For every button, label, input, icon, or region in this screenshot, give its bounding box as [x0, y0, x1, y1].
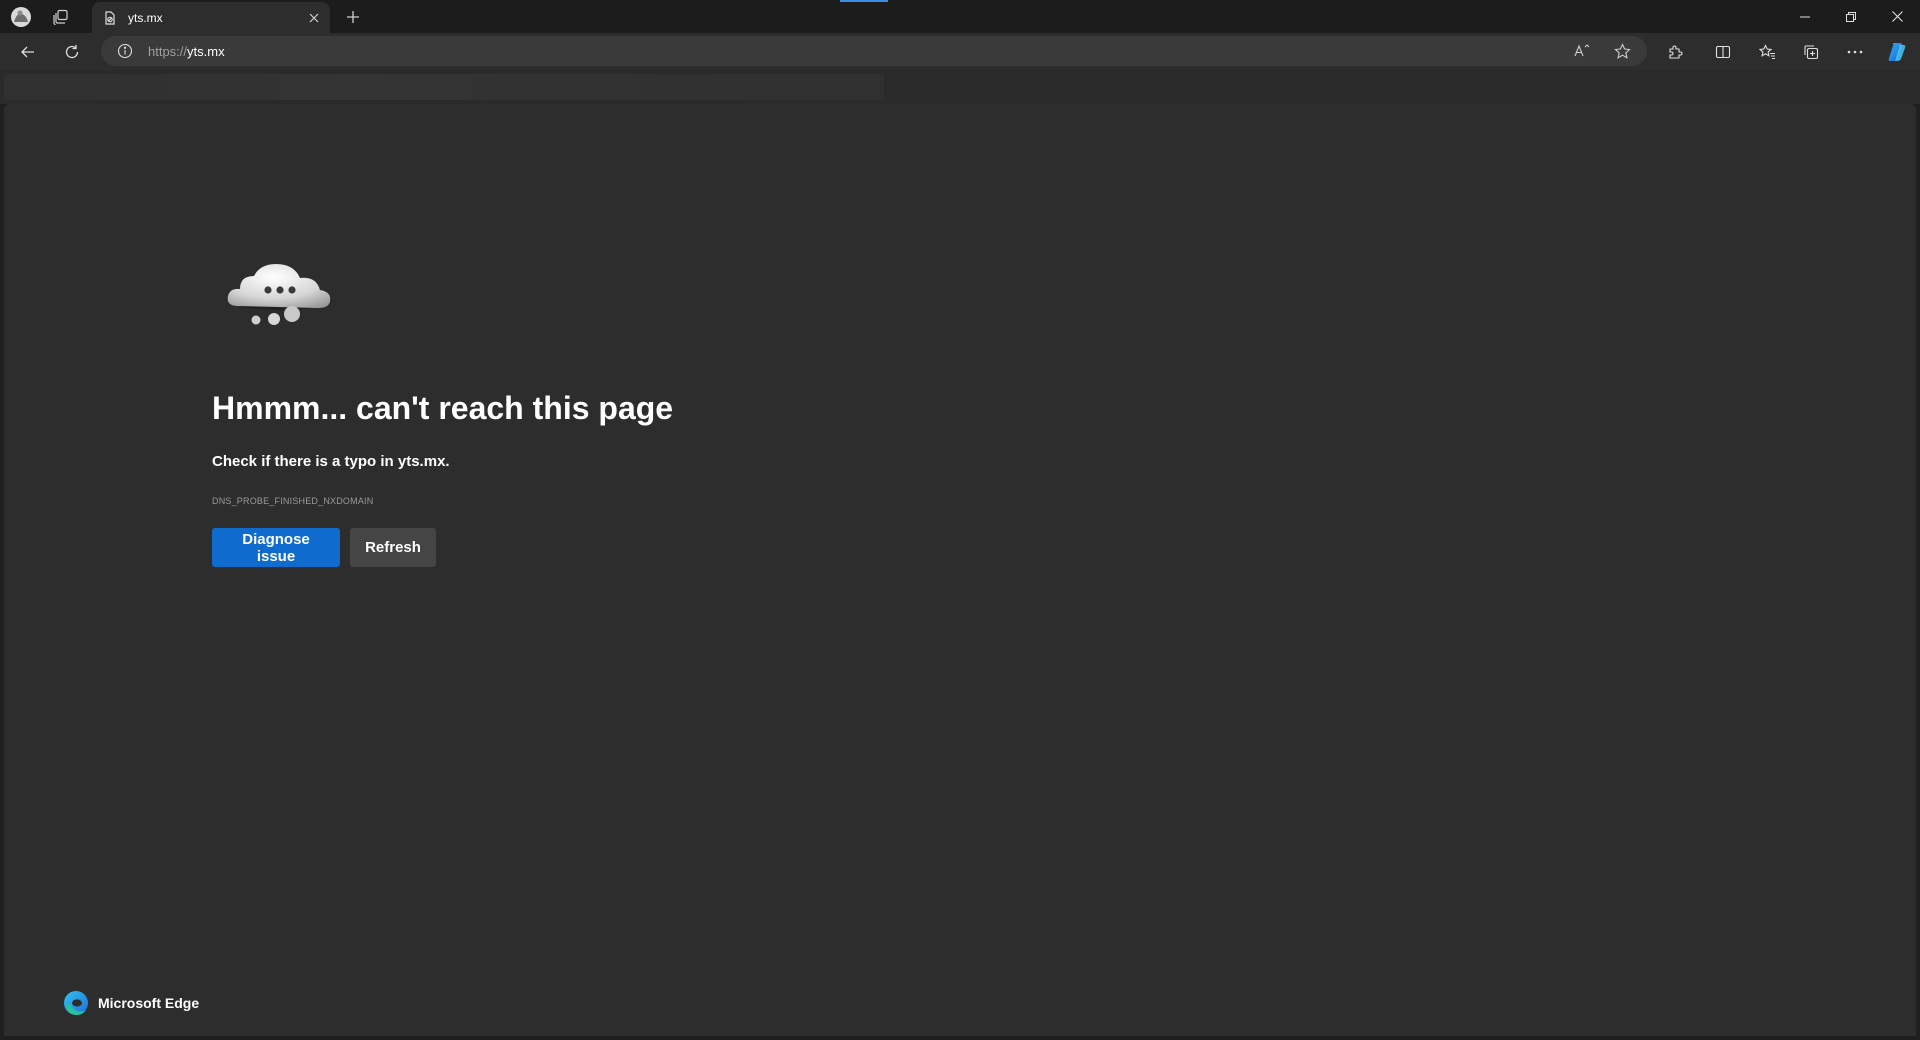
address-bar[interactable]: https://yts.mx	[101, 36, 1647, 66]
more-icon[interactable]	[1841, 38, 1869, 66]
tab-title: yts.mx	[128, 10, 163, 25]
error-page: Hmmm... can't reach this page Check if t…	[4, 104, 1916, 1036]
broken-page-icon	[102, 10, 118, 26]
window-controls	[1782, 0, 1920, 33]
refresh-icon[interactable]	[58, 38, 86, 66]
footer-brand: Microsoft Edge	[63, 990, 199, 1016]
plus-icon[interactable]	[340, 4, 366, 30]
star-icon[interactable]	[1610, 40, 1634, 62]
back-arrow-icon[interactable]	[14, 38, 42, 66]
diagnose-issue-button[interactable]: Diagnose issue	[212, 528, 340, 567]
refresh-button[interactable]: Refresh	[350, 528, 436, 567]
workspaces-icon[interactable]	[48, 4, 74, 30]
brand-name: Microsoft Edge	[98, 995, 200, 1011]
restore-icon[interactable]	[1828, 0, 1874, 33]
collections-icon[interactable]	[1797, 38, 1825, 66]
minimize-icon[interactable]	[1782, 0, 1828, 33]
copilot-icon[interactable]	[1883, 38, 1911, 66]
error-code: DNS_PROBE_FINISHED_NXDOMAIN	[212, 496, 374, 506]
info-icon[interactable]	[113, 40, 137, 62]
url-host: yts.mx	[187, 44, 225, 59]
tab-strip: yts.mx	[0, 0, 1920, 33]
navigation-toolbar: https://yts.mx	[0, 33, 1920, 70]
close-icon[interactable]	[304, 8, 324, 28]
extensions-icon[interactable]	[1661, 38, 1689, 66]
favorites-icon[interactable]	[1753, 38, 1781, 66]
read-aloud-icon[interactable]	[1570, 40, 1594, 62]
error-heading: Hmmm... can't reach this page	[212, 390, 674, 426]
url-scheme: https://	[148, 44, 188, 59]
profile-avatar-icon[interactable]	[8, 4, 34, 30]
url-text[interactable]: https://yts.mx	[148, 44, 225, 59]
split-screen-icon[interactable]	[1709, 38, 1737, 66]
error-message: Check if there is a typo in yts.mx.	[212, 453, 450, 470]
tab-active[interactable]: yts.mx	[92, 2, 330, 33]
cloud-error-icon	[220, 252, 340, 342]
loading-indicator	[840, 0, 888, 2]
edge-logo-icon	[63, 990, 89, 1016]
favorites-bar-placeholder	[4, 74, 884, 100]
favorites-bar	[0, 70, 1920, 104]
close-window-icon[interactable]	[1874, 0, 1920, 33]
browser-window: yts.mx https://yts.mx Hmmm... can't reac…	[0, 0, 1920, 1040]
